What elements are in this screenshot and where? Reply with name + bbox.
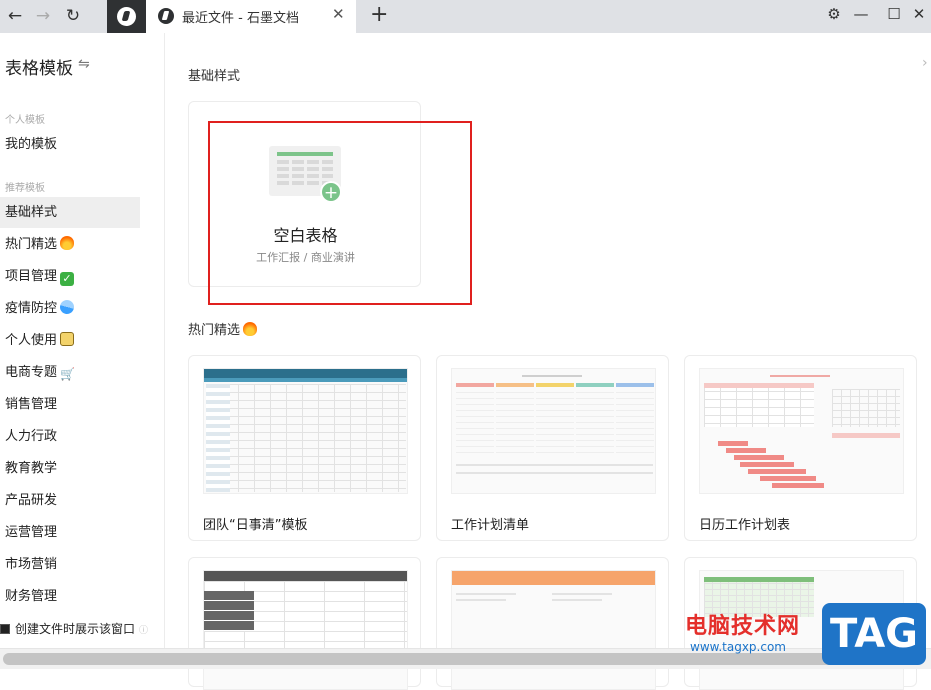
sidebar-item-personal-use[interactable]: 个人使用 [0, 325, 140, 356]
section-title-basic: 基础样式 [188, 69, 241, 84]
fire-icon [243, 322, 258, 336]
browser-top-bar: ← → ↻ 最近文件 - 石墨文档 ✕ + ⚙ — ☐ ✕ [0, 0, 931, 33]
app-home-button[interactable] [107, 0, 146, 33]
arrow-left-icon[interactable]: ← [2, 4, 28, 28]
maximize-icon[interactable]: ☐ [883, 3, 905, 25]
tab-title: 最近文件 - 石墨文档 [182, 11, 299, 26]
fire-icon [60, 236, 75, 250]
sidebar-item-my-templates[interactable]: 我的模板 [0, 129, 140, 160]
sidebar-item-marketing[interactable]: 市场营销 [0, 549, 140, 580]
template-name: 团队“日事清”模板 [203, 518, 308, 533]
window-close-icon[interactable]: ✕ [908, 3, 930, 25]
person-icon [60, 332, 75, 346]
template-thumbnail [203, 368, 408, 494]
group-recommended: 推荐模板 [5, 183, 45, 194]
template-sidebar: 表格模板 ⇋ 个人模板 我的模板 推荐模板 基础样式 热门精选 项目管理 ✓ 疫情… [0, 33, 165, 669]
minimize-icon[interactable]: — [850, 3, 872, 25]
watermark-tag-logo: TAG [822, 603, 926, 665]
tab-recent-files[interactable]: 最近文件 - 石墨文档 ✕ [146, 0, 356, 33]
group-personal: 个人模板 [5, 115, 45, 126]
shimo-logo-icon [117, 7, 136, 26]
template-thumbnail [203, 570, 408, 690]
sidebar-title: 表格模板 [5, 59, 73, 79]
sidebar-item-project[interactable]: 项目管理 ✓ [0, 261, 140, 292]
template-card-calendar-plan[interactable]: 日历工作计划表 [684, 355, 917, 541]
gear-icon[interactable]: ⚙ [823, 3, 845, 25]
tab-favicon-icon [158, 8, 174, 24]
show-window-checkbox[interactable]: 创建文件时展示该窗口 ⓘ [0, 620, 148, 637]
cart-icon: 🛒 [60, 367, 75, 381]
horizontal-scrollbar[interactable] [0, 648, 931, 669]
template-main-area: 基础样式 › + 空白表格 工作汇报 / 商业演讲 热门精选 团队“日事清”模板 [166, 33, 931, 690]
sidebar-item-product[interactable]: 产品研发 [0, 485, 140, 516]
sidebar-item-sales[interactable]: 销售管理 [0, 389, 140, 420]
chevron-right-icon[interactable]: › [922, 55, 928, 71]
sidebar-item-basic[interactable]: 基础样式 [0, 197, 140, 228]
template-card-team-daily[interactable]: 团队“日事清”模板 [188, 355, 421, 541]
checkbox-icon[interactable] [0, 624, 10, 634]
template-thumbnail [451, 368, 656, 494]
template-name: 工作计划清单 [451, 518, 530, 533]
scrollbar-thumb[interactable] [3, 653, 908, 665]
sidebar-item-operations[interactable]: 运营管理 [0, 517, 140, 548]
new-tab-plus-icon[interactable]: + [370, 2, 388, 27]
close-icon[interactable]: ✕ [332, 5, 345, 23]
template-name: 日历工作计划表 [699, 518, 791, 533]
check-icon: ✓ [60, 272, 75, 286]
sidebar-item-hot[interactable]: 热门精选 [0, 229, 140, 260]
sidebar-item-ecommerce[interactable]: 电商专题 🛒 [0, 357, 140, 388]
template-thumbnail [699, 368, 904, 494]
template-card-work-plan[interactable]: 工作计划清单 [436, 355, 669, 541]
template-thumbnail [451, 570, 656, 690]
watermark-text: 电脑技术网 [685, 614, 801, 639]
sidebar-item-epidemic[interactable]: 疫情防控 [0, 293, 140, 324]
reload-icon[interactable]: ↻ [60, 4, 86, 28]
info-icon: ⓘ [139, 626, 149, 636]
watermark-url: www.tagxp.com [690, 640, 786, 654]
highlight-annotation-box [208, 121, 472, 305]
arrow-right-icon[interactable]: → [30, 4, 56, 28]
sidebar-item-education[interactable]: 教育教学 [0, 453, 140, 484]
switch-icon[interactable]: ⇋ [78, 56, 90, 72]
section-title-hot: 热门精选 [188, 319, 258, 338]
sidebar-item-finance[interactable]: 财务管理 [0, 581, 140, 612]
sidebar-item-hr[interactable]: 人力行政 [0, 421, 140, 452]
pill-icon [57, 297, 77, 317]
